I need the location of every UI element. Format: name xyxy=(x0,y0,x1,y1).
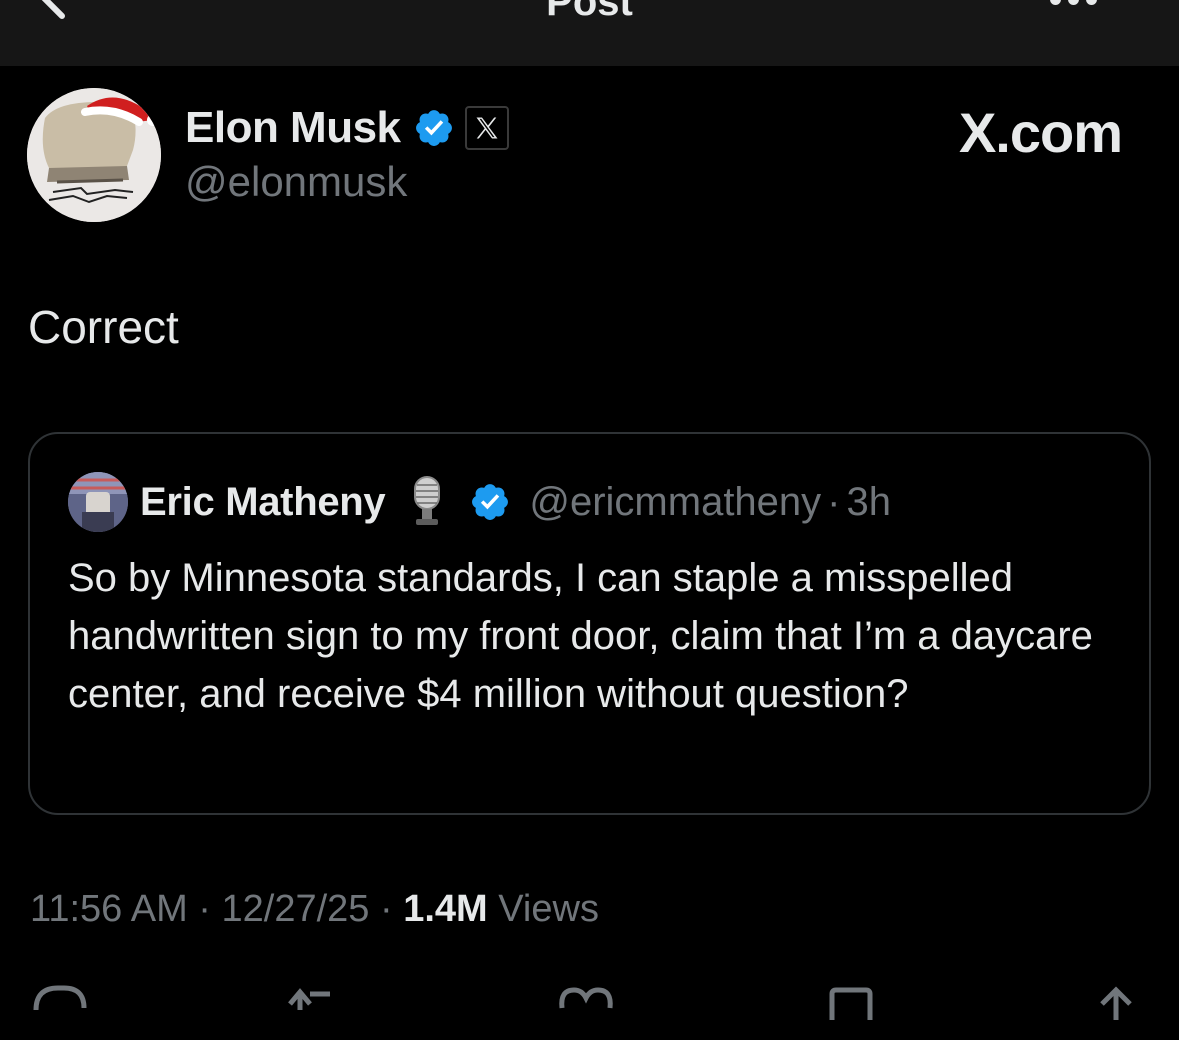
quote-avatar-image xyxy=(68,472,128,532)
heart-icon xyxy=(559,987,613,1009)
author-avatar[interactable] xyxy=(27,88,161,222)
views-count[interactable]: 1.4M xyxy=(403,888,487,930)
repost-icon xyxy=(288,988,330,1010)
bookmark-icon xyxy=(829,987,873,1020)
quote-text: So by Minnesota standards, I can staple … xyxy=(68,556,1093,716)
x-logo-icon[interactable] xyxy=(464,106,509,150)
like-button[interactable] xyxy=(556,980,616,1020)
x-logo-glyph xyxy=(476,117,498,139)
verified-badge-icon[interactable] xyxy=(469,481,511,523)
quote-author-handle[interactable]: @ericmmatheny xyxy=(529,480,821,525)
views-label: Views xyxy=(498,888,599,930)
quote-header: Eric Matheny @ericmmatheny · 3h xyxy=(140,474,891,530)
dot xyxy=(1068,0,1079,5)
dot xyxy=(1086,0,1097,5)
separator: · xyxy=(380,888,393,930)
author-name-row: Elon Musk xyxy=(185,100,509,156)
share-button[interactable] xyxy=(1094,980,1144,1020)
reply-icon xyxy=(33,985,87,1011)
post-date[interactable]: 12/27/25 xyxy=(222,888,370,930)
separator: · xyxy=(827,479,841,524)
reply-button[interactable] xyxy=(30,980,90,1020)
quote-author-name[interactable]: Eric Matheny xyxy=(140,480,386,525)
separator: · xyxy=(198,888,211,930)
post-text: Correct xyxy=(28,301,179,353)
quote-author-avatar[interactable] xyxy=(68,472,128,532)
quote-timestamp[interactable]: 3h xyxy=(847,480,892,525)
post-meta: 11:56 AM · 12/27/25 · 1.4M Views xyxy=(30,888,599,931)
more-horizontal-icon[interactable] xyxy=(1050,0,1097,5)
repost-button[interactable] xyxy=(286,980,346,1020)
dot xyxy=(1050,0,1061,5)
quoted-post-card[interactable]: Eric Matheny @ericmmatheny · 3h So by Mi… xyxy=(28,432,1151,815)
microphone-icon xyxy=(414,476,441,525)
share-icon xyxy=(1100,986,1132,1020)
author-name[interactable]: Elon Musk xyxy=(185,103,401,153)
affiliation-site-label[interactable]: X.com xyxy=(959,100,1123,165)
avatar-image xyxy=(27,88,161,222)
author-handle[interactable]: @elonmusk xyxy=(185,158,407,206)
bookmark-button[interactable] xyxy=(826,980,886,1020)
action-bar xyxy=(0,980,1179,1040)
post-time[interactable]: 11:56 AM xyxy=(30,888,188,930)
top-bar: Post xyxy=(0,0,1179,66)
page-title: Post xyxy=(546,0,633,24)
verified-badge-icon[interactable] xyxy=(413,107,455,149)
